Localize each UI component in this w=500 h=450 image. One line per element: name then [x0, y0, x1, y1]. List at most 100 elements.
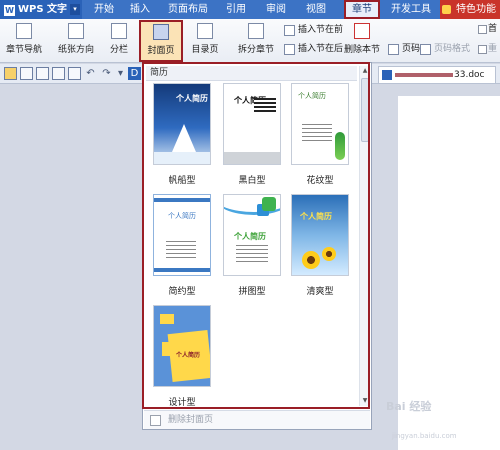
scrollbar-thumb[interactable] [361, 78, 369, 142]
export-icon[interactable] [68, 67, 81, 80]
page-number-icon [388, 44, 399, 55]
first-page-different-label: 首 [488, 24, 498, 34]
wps-logo-icon: W [4, 5, 15, 16]
tab-view[interactable]: 视图 [300, 0, 332, 19]
footer-bar-graphic [154, 268, 210, 272]
gallery-category-header: 简历 [146, 66, 357, 81]
tab-home[interactable]: 开始 [88, 0, 120, 19]
cover-page-gallery: 简历 个人简历 帆船型 个人简历 黑白型 个人简历 花纹型 个人简历 简约型 个… [142, 62, 372, 430]
special-features-icon [442, 5, 451, 14]
template-title: 个人简历 [234, 232, 266, 241]
quick-access-toolbar: ↶ ↷ ▾ D [0, 64, 142, 84]
tab-special-features[interactable]: 特色功能 [440, 0, 500, 19]
sea-graphic [154, 152, 210, 164]
sticky-note-graphic [160, 314, 174, 324]
header-bar-graphic [154, 198, 210, 202]
document-icon [382, 70, 392, 80]
page-number-format-label: 页码格式 [434, 44, 471, 54]
footer-graphic [224, 152, 280, 164]
tab-chapter[interactable]: 章节 [344, 0, 380, 19]
chapter-nav-label: 章节导航 [5, 45, 42, 55]
delete-cover-page-button[interactable]: 删除封面页 [144, 410, 370, 429]
wps-cloud-icon[interactable]: D [128, 67, 141, 80]
gallery-scrollbar[interactable]: ▲ ▼ [359, 66, 369, 406]
watermark-url: jingyan.baidu.com [392, 432, 457, 440]
delete-section-label: 删除本节 [343, 45, 380, 55]
app-menu-button[interactable]: W WPS 文字 ▾ [0, 0, 82, 19]
page-number-format-icon [420, 44, 431, 55]
template-title: 个人简历 [300, 212, 332, 221]
tab-review[interactable]: 审阅 [260, 0, 292, 19]
columns-button[interactable]: 分栏 [104, 23, 134, 61]
insert-section-after-icon [284, 44, 295, 55]
tab-page-layout[interactable]: 页面布局 [162, 0, 214, 19]
template-title: 个人简历 [168, 212, 196, 220]
cover-template-black-white[interactable]: 个人简历 [223, 83, 281, 165]
page-number-label: 页码 [402, 44, 421, 54]
template-title: 个人简历 [298, 92, 326, 100]
document-tab[interactable]: 33.doc [378, 66, 496, 83]
document-left-area [0, 84, 142, 450]
restart-numbering-label: 重 [488, 44, 498, 54]
tab-developer[interactable]: 开发工具 [386, 0, 436, 19]
tab-insert[interactable]: 插入 [124, 0, 156, 19]
cover-template-sailboat[interactable]: 个人简历 [153, 83, 211, 165]
chevron-down-icon[interactable]: ▾ [70, 4, 80, 15]
document-canvas [370, 84, 500, 450]
cover-template-fresh[interactable]: 个人简历 [291, 194, 349, 276]
cover-template-label: 设计型 [168, 398, 196, 408]
columns-label: 分栏 [109, 45, 128, 55]
split-chapter-button[interactable]: 拆分章节 [232, 23, 280, 61]
print-icon[interactable] [36, 67, 49, 80]
page-number-button[interactable]: 页码 [388, 42, 420, 57]
template-title: 个人简历 [176, 352, 201, 359]
delete-section-icon [354, 23, 370, 39]
chapter-nav-button[interactable]: 章节导航 [4, 23, 44, 61]
cover-template-label: 帆船型 [168, 176, 196, 186]
toc-page-button[interactable]: 目录页 [186, 23, 224, 61]
scroll-up-icon[interactable]: ▲ [361, 67, 369, 75]
cover-template-label: 拼图型 [238, 287, 266, 297]
insert-section-after-label: 插入节在后 [298, 44, 344, 54]
cover-template-simple[interactable]: 个人简历 [153, 194, 211, 276]
toc-page-icon [197, 23, 213, 39]
undo-icon[interactable]: ↶ [84, 67, 97, 80]
delete-section-button[interactable]: 删除本节 [342, 23, 382, 61]
open-folder-icon[interactable] [4, 67, 17, 80]
document-tab-bar: 33.doc [370, 64, 500, 84]
tab-references[interactable]: 引用 [220, 0, 252, 19]
document-tab-label: 33.doc [454, 70, 485, 80]
cover-template-design[interactable]: 个人简历 [153, 305, 211, 387]
document-page[interactable] [398, 96, 500, 450]
sunflower-graphic [302, 251, 320, 269]
delete-cover-page-label: 删除封面页 [168, 415, 214, 425]
redo-icon[interactable]: ↷ [100, 67, 113, 80]
cover-template-puzzle[interactable]: 个人简历 [223, 194, 281, 276]
cover-page-button[interactable]: 封面页 [139, 20, 183, 62]
delete-cover-icon [150, 415, 161, 426]
redacted-filename [395, 72, 453, 77]
insert-section-before-icon [284, 25, 295, 36]
insert-section-after-button[interactable]: 插入节在后 [284, 42, 343, 57]
split-chapter-icon [248, 23, 264, 39]
save-icon[interactable] [20, 67, 33, 80]
columns-icon [111, 23, 127, 39]
text-lines-graphic [302, 124, 332, 144]
page-orientation-label: 纸张方向 [57, 45, 94, 55]
text-lines-graphic [166, 241, 196, 261]
page-number-format-button[interactable]: 页码格式 [420, 42, 470, 57]
cover-template-label: 简约型 [168, 287, 196, 297]
sailboat-graphic [172, 124, 196, 152]
print-preview-icon[interactable] [52, 67, 65, 80]
sunflower-graphic [322, 247, 336, 261]
cover-template-floral[interactable]: 个人简历 [291, 83, 349, 165]
text-lines-graphic [254, 98, 276, 112]
text-lines-graphic [236, 245, 268, 263]
cover-template-label: 花纹型 [306, 176, 334, 186]
page-orientation-button[interactable]: 纸张方向 [52, 23, 100, 61]
scroll-down-icon[interactable]: ▼ [361, 397, 369, 405]
insert-section-before-button[interactable]: 插入节在前 [284, 23, 343, 38]
ribbon: 章节导航 纸张方向 分栏 封面页 目录页 拆分章节 插入节在前 插入节在后 删除… [0, 19, 500, 63]
customize-toolbar-icon[interactable]: ▾ [114, 67, 127, 80]
puzzle-icon [262, 197, 276, 211]
